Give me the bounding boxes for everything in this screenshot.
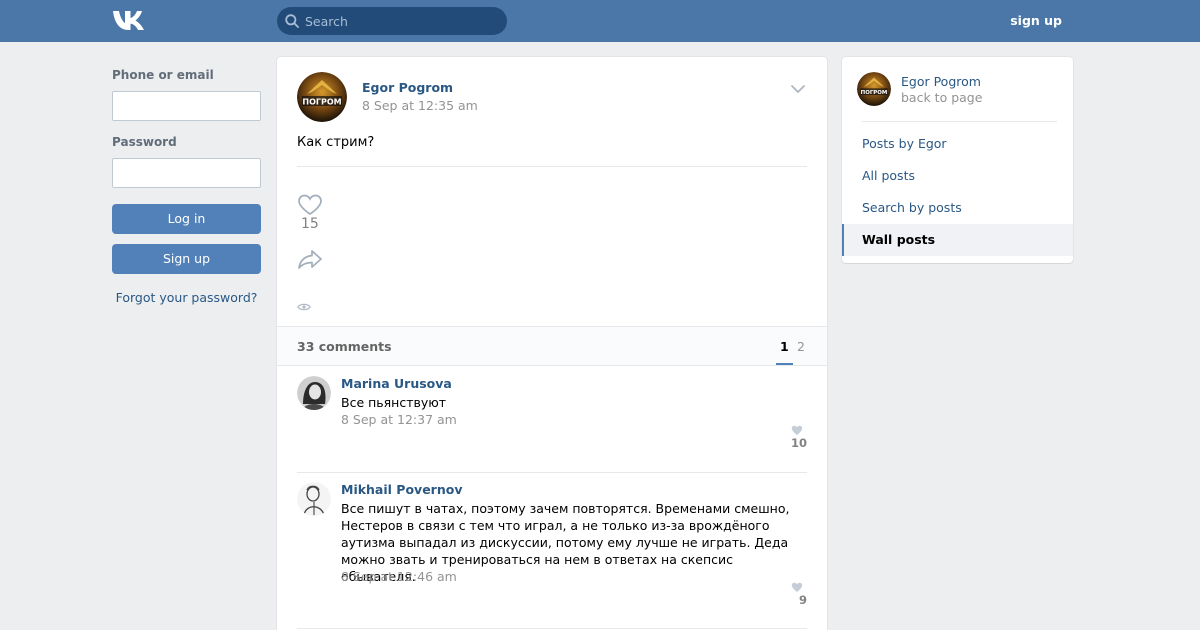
comment-item: Marina Urusova Все пьянствуют 8 Sep at 1… xyxy=(297,376,807,473)
back-to-page-link[interactable]: back to page xyxy=(901,90,982,105)
post-author-avatar[interactable]: ПОГРОМ xyxy=(297,72,347,122)
comments-page-1[interactable]: 1 xyxy=(780,339,789,354)
wall-navigation: ПОГРОМ Egor Pogrom back to page Posts by… xyxy=(842,57,1073,263)
comment-like-count: 9 xyxy=(798,593,807,607)
comment-like-button[interactable]: 10 xyxy=(791,425,807,450)
comment-like-button[interactable]: 9 xyxy=(791,582,807,607)
top-header: sign up xyxy=(0,0,1200,42)
chevron-down-icon[interactable] xyxy=(790,84,806,94)
search-bar[interactable] xyxy=(277,7,507,35)
active-page-indicator xyxy=(776,363,793,365)
heart-icon xyxy=(791,582,803,592)
owner-name-link[interactable]: Egor Pogrom xyxy=(901,74,981,89)
svg-text:ПОГРОМ: ПОГРОМ xyxy=(861,90,888,96)
comment-date[interactable]: 8 Sep at 12:46 am xyxy=(341,569,457,584)
post-like-count: 15 xyxy=(301,216,319,232)
password-label: Password xyxy=(112,135,177,149)
search-input[interactable] xyxy=(305,7,501,35)
comment-item: Mikhail Povernov Все пишут в чатах, поэт… xyxy=(297,482,807,629)
nav-divider xyxy=(862,121,1057,122)
eye-icon xyxy=(297,303,311,311)
post-text: Как стрим? xyxy=(297,135,375,150)
forgot-password-link[interactable]: Forgot your password? xyxy=(112,290,261,305)
commenter-name[interactable]: Marina Urusova xyxy=(341,376,452,391)
commenter-name[interactable]: Mikhail Povernov xyxy=(341,482,462,497)
login-button[interactable]: Log in xyxy=(112,204,261,234)
post-date[interactable]: 8 Sep at 12:35 am xyxy=(362,98,478,113)
comments-count: 33 comments xyxy=(297,339,392,354)
commenter-avatar[interactable] xyxy=(297,376,331,410)
svg-text:ПОГРОМ: ПОГРОМ xyxy=(302,98,341,107)
wall-post: ПОГРОМ Egor Pogrom 8 Sep at 12:35 am Как… xyxy=(277,57,827,630)
comment-like-count: 10 xyxy=(790,436,807,450)
login-form: Phone or email Password Log in Sign up F… xyxy=(112,68,261,305)
nav-item-all-posts[interactable]: All posts xyxy=(842,160,1073,192)
post-divider xyxy=(297,166,807,167)
comment-text: Все пьянствуют xyxy=(341,395,447,410)
share-icon[interactable] xyxy=(297,248,323,270)
post-author-name[interactable]: Egor Pogrom xyxy=(362,80,453,95)
commenter-avatar[interactable] xyxy=(297,482,331,516)
nav-item-wall-posts[interactable]: Wall posts xyxy=(842,224,1073,256)
phone-email-label: Phone or email xyxy=(112,68,214,82)
comments-header: 33 comments 1 2 xyxy=(277,326,827,366)
vk-logo-icon[interactable] xyxy=(112,9,145,31)
comment-divider xyxy=(297,628,807,629)
comment-date[interactable]: 8 Sep at 12:37 am xyxy=(341,412,457,427)
pogrom-logo-icon: ПОГРОМ xyxy=(297,72,347,122)
signup-button[interactable]: Sign up xyxy=(112,244,261,274)
phone-email-field[interactable] xyxy=(112,91,261,121)
user-sketch-icon xyxy=(297,482,331,516)
nav-item-posts-by-egor[interactable]: Posts by Egor xyxy=(842,128,1073,160)
owner-avatar[interactable]: ПОГРОМ xyxy=(857,72,891,106)
user-photo-icon xyxy=(297,376,331,410)
heart-icon xyxy=(791,425,803,435)
nav-item-search-posts[interactable]: Search by posts xyxy=(842,192,1073,224)
header-signup-link[interactable]: sign up xyxy=(1010,13,1062,28)
heart-icon[interactable] xyxy=(297,194,323,216)
comment-divider xyxy=(297,472,807,473)
comments-page-2[interactable]: 2 xyxy=(797,339,805,354)
pogrom-logo-icon: ПОГРОМ xyxy=(857,72,891,106)
search-icon xyxy=(285,14,299,28)
password-field[interactable] xyxy=(112,158,261,188)
